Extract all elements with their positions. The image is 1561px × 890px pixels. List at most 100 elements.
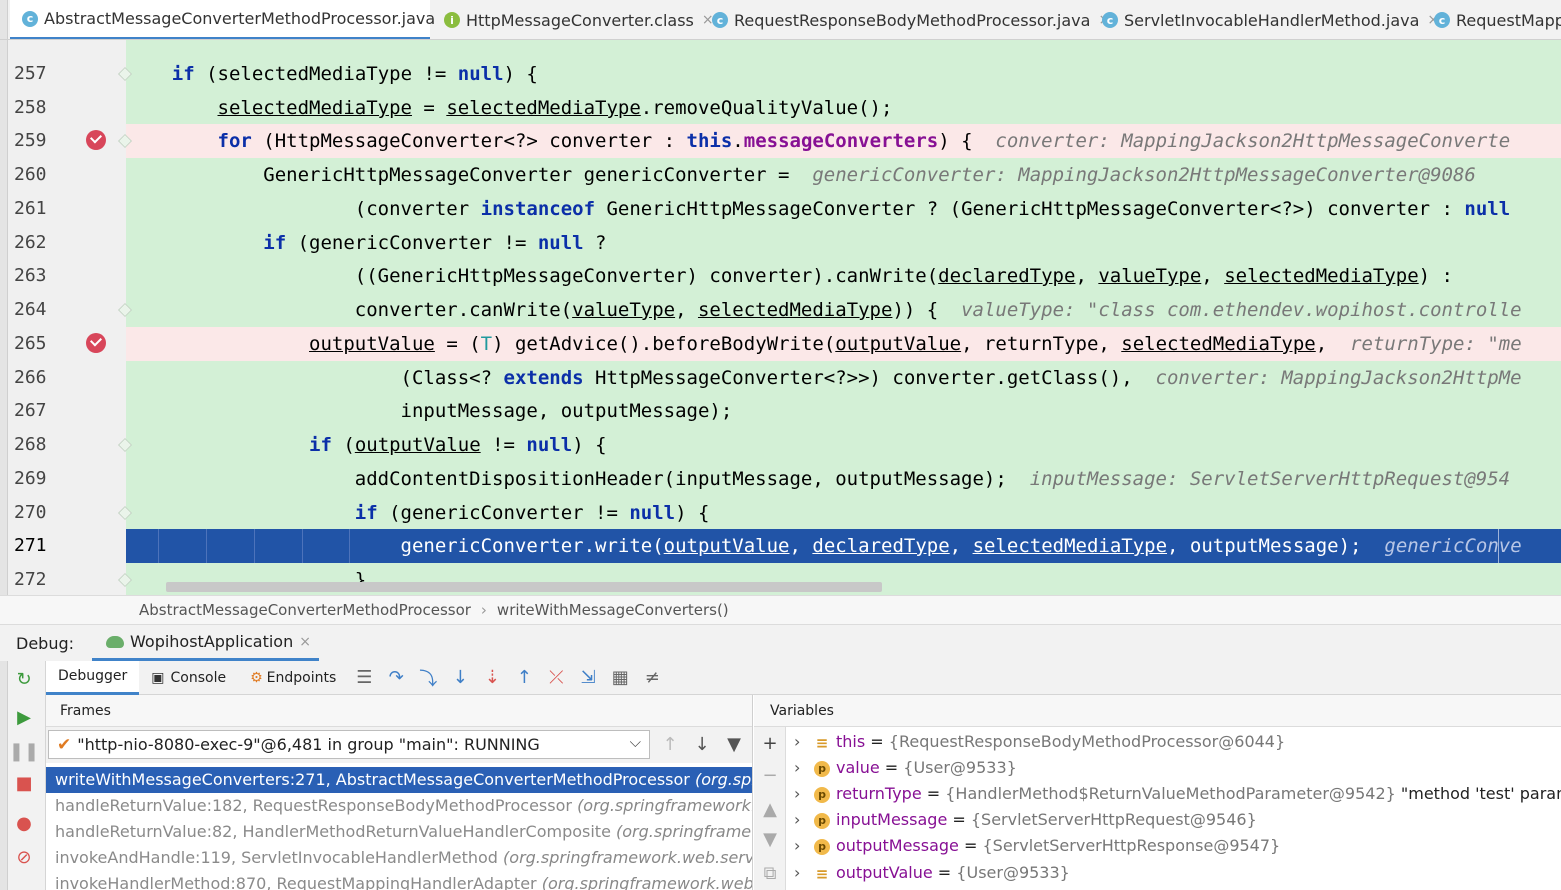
- show-execution-point-icon[interactable]: ↷: [383, 665, 409, 691]
- thread-selector[interactable]: ✔ "http-nio-8080-exec-9"@6,481 in group …: [48, 730, 650, 759]
- add-watch-icon[interactable]: +: [758, 731, 782, 755]
- variable-row[interactable]: › p returnType = {HandlerMethod$ReturnValu…: [786, 781, 1561, 807]
- tool-window-strip: [0, 40, 8, 595]
- tab-abstract-message-converter-method-processor[interactable]: c AbstractMessageConverterMethodProcesso…: [10, 0, 455, 39]
- step-over-icon[interactable]: ⤵: [415, 665, 441, 691]
- code-line[interactable]: if (selectedMediaType != null) {: [126, 57, 1561, 91]
- tab-console[interactable]: ▣ Console: [139, 661, 238, 695]
- variable-name: this: [836, 732, 866, 751]
- step-out-icon[interactable]: ↑: [511, 665, 537, 691]
- variables-panel: Variables + − ▲ ▼ ⧉ › ≡ this = {RequestRes…: [754, 695, 1561, 890]
- inline-debug-hint: genericConve: [1384, 535, 1522, 557]
- code-line-breakpoint[interactable]: outputValue = (T) getAdvice().beforeBody…: [126, 327, 1561, 361]
- check-icon: ✔: [57, 734, 72, 755]
- thread-row: ✔ "http-nio-8080-exec-9"@6,481 in group …: [46, 727, 752, 763]
- pause-icon[interactable]: ❚❚: [9, 739, 39, 763]
- line-number: 270: [14, 502, 47, 523]
- tab-request-response-body-method-processor[interactable]: c RequestResponseBodyMethodProcessor.jav…: [700, 0, 1110, 39]
- variable-row[interactable]: › p inputMessage = {ServletServerHttpReque…: [786, 807, 1561, 833]
- horizontal-scrollbar[interactable]: [166, 582, 882, 592]
- code-editor[interactable]: 257 258 259 260 261 262 263 264 265 266 …: [0, 40, 1561, 595]
- variables-side-toolbar: + − ▲ ▼ ⧉: [754, 727, 786, 890]
- evaluate-expression-icon[interactable]: ▦: [607, 665, 633, 691]
- frame-item[interactable]: writeWithMessageConverters:271, Abstract…: [46, 767, 752, 793]
- run-to-cursor-icon[interactable]: ⇲: [575, 665, 601, 691]
- chevron-right-icon[interactable]: ›: [794, 729, 814, 755]
- inline-debug-hint: converter: MappingJackson2HttpMessageCon…: [995, 130, 1511, 152]
- tab-servlet-invocable-handler-method[interactable]: c ServletInvocableHandlerMethod.java ×: [1090, 0, 1439, 39]
- variable-value: {HandlerMethod$ReturnValueMethodParamete…: [945, 784, 1396, 803]
- breakpoint-icon[interactable]: [86, 130, 106, 150]
- variable-name: inputMessage: [836, 810, 948, 829]
- variable-value: {User@9533}: [956, 863, 1070, 882]
- line-number: 260: [14, 164, 47, 185]
- resume-icon[interactable]: ▶: [12, 705, 36, 729]
- frame-item[interactable]: invokeHandlerMethod:870, RequestMappingH…: [46, 871, 753, 890]
- parameter-icon: p: [814, 812, 830, 829]
- chevron-right-icon[interactable]: ›: [794, 781, 814, 807]
- code-line[interactable]: selectedMediaType = selectedMediaType.re…: [126, 91, 1561, 125]
- step-into-icon[interactable]: ↓: [447, 665, 473, 691]
- menu-icon[interactable]: ☰: [351, 665, 377, 691]
- trace-stream-icon[interactable]: ≠: [639, 665, 665, 691]
- code-line[interactable]: GenericHttpMessageConverter genericConve…: [126, 158, 1561, 192]
- breakpoint-icon[interactable]: [86, 333, 106, 353]
- line-number: 257: [14, 63, 47, 84]
- tab-endpoints[interactable]: ⚙ Endpoints: [238, 661, 348, 695]
- breadcrumb-method[interactable]: writeWithMessageConverters(): [497, 601, 729, 619]
- code-line[interactable]: ((GenericHttpMessageConverter) converter…: [126, 259, 1561, 293]
- frame-item[interactable]: invokeAndHandle:119, ServletInvocableHan…: [46, 845, 752, 871]
- line-number: 272: [14, 569, 47, 590]
- line-number: 262: [14, 232, 47, 253]
- chevron-right-icon[interactable]: ›: [794, 755, 814, 781]
- code-line[interactable]: (converter instanceof GenericHttpMessage…: [126, 192, 1561, 226]
- force-step-into-icon[interactable]: ⇣: [479, 665, 505, 691]
- arrow-down-icon[interactable]: ↓: [690, 732, 714, 756]
- copy-icon[interactable]: ⧉: [758, 861, 782, 885]
- remove-watch-icon[interactable]: −: [758, 763, 782, 787]
- frame-item[interactable]: handleReturnValue:82, HandlerMethodRetur…: [46, 819, 752, 845]
- breadcrumb-class[interactable]: AbstractMessageConverterMethodProcessor: [139, 601, 471, 619]
- interface-icon: i: [444, 12, 460, 28]
- code-line[interactable]: (Class<? extends HttpMessageConverter<?>…: [126, 361, 1561, 395]
- chevron-right-icon[interactable]: ›: [794, 860, 814, 886]
- stop-icon[interactable]: ■: [12, 771, 36, 795]
- tab-http-message-converter[interactable]: i HttpMessageConverter.class ×: [432, 0, 714, 39]
- code-line[interactable]: if (genericConverter != null) {: [126, 496, 1561, 530]
- variable-row[interactable]: › p value = {User@9533}: [786, 755, 1561, 781]
- debug-session-tab[interactable]: WopihostApplication ×: [92, 625, 319, 661]
- code-line-breakpoint[interactable]: for (HttpMessageConverter<?> converter :…: [126, 124, 1561, 158]
- frames-header: Frames: [46, 695, 752, 727]
- tab-debugger[interactable]: Debugger: [46, 660, 140, 695]
- move-up-icon[interactable]: ▲: [758, 797, 782, 821]
- move-down-icon[interactable]: ▼: [758, 827, 782, 851]
- rerun-icon[interactable]: ↻: [12, 667, 36, 691]
- class-icon: c: [22, 10, 38, 27]
- code-line[interactable]: addContentDispositionHeader(inputMessage…: [126, 462, 1561, 496]
- field-icon: ≡: [815, 733, 829, 752]
- chevron-right-icon[interactable]: ›: [794, 833, 814, 859]
- code-line[interactable]: inputMessage, outputMessage);: [126, 394, 1561, 428]
- tab-request-mapping[interactable]: c RequestMappi: [1422, 0, 1561, 39]
- chevron-down-icon: ⌵: [629, 733, 641, 751]
- variable-row[interactable]: › ≡ outputValue = {User@9533}: [786, 860, 1561, 886]
- line-number: 259: [14, 130, 47, 151]
- code-line[interactable]: converter.canWrite(valueType, selectedMe…: [126, 293, 1561, 327]
- frame-item[interactable]: handleReturnValue:182, RequestResponseBo…: [46, 793, 752, 819]
- chevron-right-icon[interactable]: ›: [794, 807, 814, 833]
- code-line[interactable]: if (outputValue != null) {: [126, 428, 1561, 462]
- variable-row[interactable]: › ≡ this = {RequestResponseBodyMethodProce…: [786, 729, 1561, 755]
- close-icon[interactable]: ×: [299, 634, 311, 650]
- parameter-icon: p: [814, 786, 830, 803]
- variable-row[interactable]: › p outputMessage = {ServletServerHttpResp…: [786, 833, 1561, 859]
- inline-debug-hint: valueType: "class com.ethendev.wopihost.…: [961, 299, 1522, 321]
- arrow-up-icon[interactable]: ↑: [658, 732, 682, 756]
- code-line-execution-point[interactable]: genericConverter.write(outputValue, decl…: [126, 529, 1561, 563]
- code-line[interactable]: if (genericConverter != null ?: [126, 226, 1561, 260]
- frame-package: (org.springframework.web.servlet: [541, 874, 753, 890]
- mute-breakpoints-icon[interactable]: ⊘: [12, 845, 36, 869]
- tab-label: Endpoints: [266, 669, 337, 686]
- view-breakpoints-icon[interactable]: ●: [12, 811, 36, 835]
- drop-frame-icon[interactable]: ⤫: [543, 665, 569, 691]
- filter-icon[interactable]: ▼: [722, 732, 746, 756]
